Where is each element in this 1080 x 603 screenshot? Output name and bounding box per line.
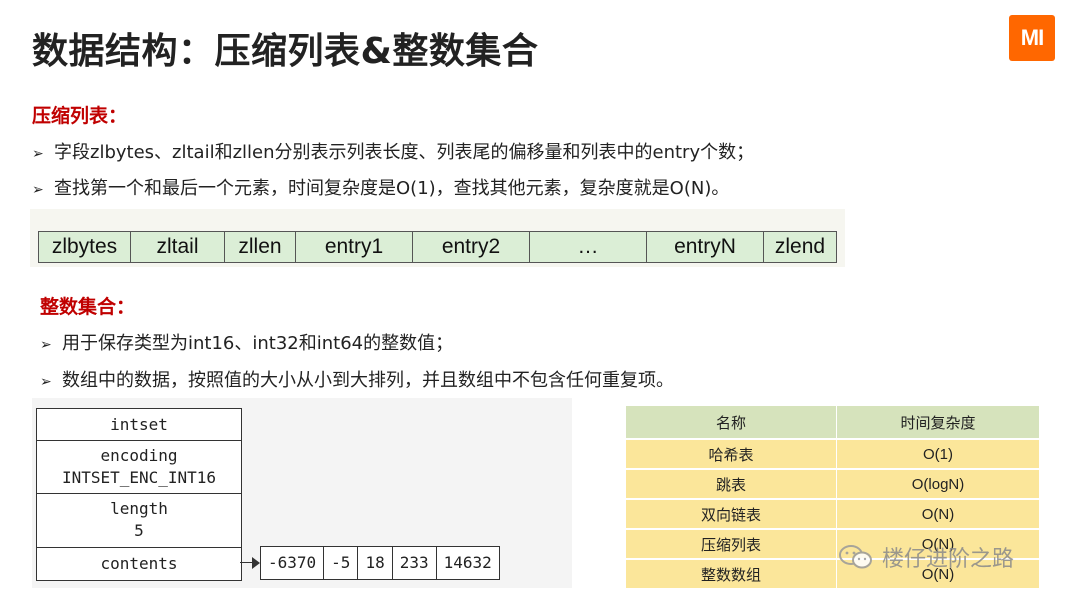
contents-cell: 18 <box>358 547 393 579</box>
bullet-arrow-icon: ➢ <box>40 337 52 353</box>
intset-bullet-2: ➢ 数组中的数据，按照值的大小从小到大排列，并且数组中不包含任何重复项。 <box>40 366 674 392</box>
intset-heading: 整数集合： <box>40 296 136 318</box>
wechat-icon <box>838 544 874 570</box>
header-complexity: 时间复杂度 <box>836 406 1040 439</box>
watermark-text: 楼仔进阶之路 <box>882 547 1015 572</box>
contents-cell: -5 <box>324 547 359 579</box>
bullet-text: 查找第一个和最后一个元素，时间复杂度是O(1)，查找其他元素，复杂度就是O(N)… <box>54 178 730 199</box>
row-name: 跳表 <box>626 468 837 499</box>
intset-length-field: length 5 <box>37 494 241 548</box>
length-label: length <box>110 499 168 518</box>
row-name: 整数数组 <box>626 558 837 588</box>
row-complexity: O(1) <box>836 438 1040 469</box>
contents-cell: 14632 <box>443 553 492 572</box>
intset-bullet-1: ➢ 用于保存类型为int16、int32和int64的整数值； <box>40 329 453 355</box>
row-name: 压缩列表 <box>626 528 837 559</box>
bullet-arrow-icon: ➢ <box>32 146 44 162</box>
row-name: 哈希表 <box>626 438 837 469</box>
zip-cell-zlbytes: zlbytes <box>39 232 131 262</box>
zip-cell-ellipsis: … <box>530 232 647 262</box>
zip-cell-zllen: zllen <box>225 232 296 262</box>
bullet-text: 用于保存类型为int16、int32和int64的整数值； <box>62 333 454 354</box>
header-name: 名称 <box>626 406 837 439</box>
table-header-row: 名称 时间复杂度 <box>626 406 1040 439</box>
contents-pointer-arrow-icon <box>252 557 260 569</box>
ziplist-bullet-2: ➢ 查找第一个和最后一个元素，时间复杂度是O(1)，查找其他元素，复杂度就是O(N… <box>32 174 729 200</box>
contents-array: -6370 -5 18 233 14632 <box>260 546 500 580</box>
page-title: 数据结构：压缩列表&整数集合 <box>32 31 539 72</box>
ziplist-diagram: zlbytes zltail zllen entry1 entry2 … ent… <box>38 231 837 263</box>
zip-cell-entry2: entry2 <box>413 232 530 262</box>
row-complexity: O(logN) <box>836 468 1040 499</box>
row-complexity: O(N) <box>836 498 1040 529</box>
intset-name: intset <box>37 409 241 441</box>
ziplist-bullet-1: ➢ 字段zlbytes、zltail和zllen分别表示列表长度、列表尾的偏移量和… <box>32 138 754 164</box>
encoding-value: INTSET_ENC_INT16 <box>61 468 217 487</box>
intset-contents-field: contents <box>100 554 178 573</box>
zip-cell-entry1: entry1 <box>296 232 413 262</box>
table-row: 哈希表 O(1) <box>626 438 1040 469</box>
encoding-label: encoding <box>100 446 178 465</box>
length-value: 5 <box>134 521 144 540</box>
zip-cell-zlend: zlend <box>774 235 826 258</box>
bullet-arrow-icon: ➢ <box>40 374 52 390</box>
row-name: 双向链表 <box>626 498 837 529</box>
table-row: 双向链表 O(N) <box>626 498 1040 529</box>
mi-logo: MI <box>1009 15 1055 61</box>
bullet-text: 数组中的数据，按照值的大小从小到大排列，并且数组中不包含任何重复项。 <box>62 370 674 391</box>
zip-cell-entryn: entryN <box>647 232 764 262</box>
table-row: 跳表 O(logN) <box>626 468 1040 499</box>
bullet-text: 字段zlbytes、zltail和zllen分别表示列表长度、列表尾的偏移量和列… <box>54 142 755 163</box>
intset-struct: intset encoding INTSET_ENC_INT16 length … <box>36 408 242 581</box>
zip-cell-zltail: zltail <box>131 232 225 262</box>
ziplist-heading: 压缩列表： <box>32 105 128 127</box>
contents-cell: -6370 <box>261 547 325 579</box>
intset-encoding-field: encoding INTSET_ENC_INT16 <box>37 441 241 494</box>
watermark: 楼仔进阶之路 <box>838 541 1014 573</box>
contents-cell: 233 <box>393 547 437 579</box>
bullet-arrow-icon: ➢ <box>32 182 44 198</box>
